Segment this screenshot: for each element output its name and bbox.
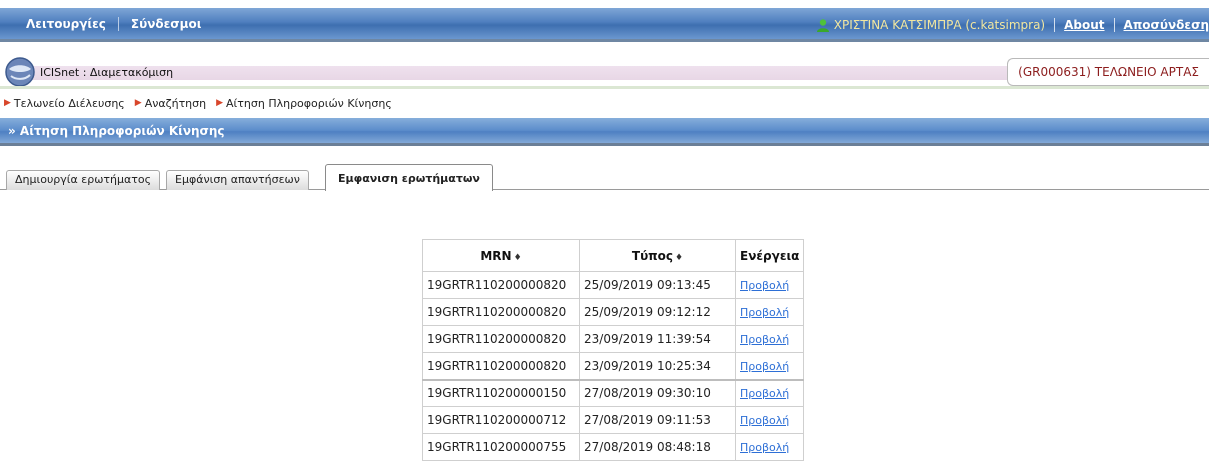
tab-create-query[interactable]: Δημιουργία ερωτήματος	[6, 170, 161, 190]
view-link[interactable]: Προβολή	[740, 414, 789, 427]
triangle-right-icon: ▶	[216, 98, 224, 108]
tab-strip: Δημιουργία ερωτήματος Εμφάνιση απαντήσεω…	[0, 164, 1209, 191]
about-separator	[1113, 18, 1115, 32]
tab-show-responses[interactable]: Εμφάνιση απαντήσεων	[166, 170, 309, 190]
breadcrumb-item-movement-info[interactable]: ▶ Αίτηση Πληροφοριών Κίνησης	[216, 97, 392, 110]
header-label: Τύπος	[631, 248, 674, 263]
date-cell: 23/09/2019 11:39:54	[579, 325, 736, 353]
mrn-cell: 19GRTR110200000755	[422, 433, 580, 461]
user-area: ΧΡΙΣΤΙΝΑ ΚΑΤΣΙΜΠΡΑ (c.katsimpra) About Α…	[816, 8, 1209, 42]
mrn-cell: 19GRTR110200000820	[422, 298, 580, 326]
view-link[interactable]: Προβολή	[740, 441, 789, 454]
breadcrumb: ▶ Τελωνείο Διέλευσης ▶ Αναζήτηση ▶ Αίτησ…	[4, 95, 402, 111]
breadcrumb-item-transit-office[interactable]: ▶ Τελωνείο Διέλευσης	[4, 97, 125, 110]
current-user: ΧΡΙΣΤΙΝΑ ΚΑΤΣΙΜΠΡΑ (c.katsimpra)	[833, 18, 1046, 32]
date-cell: 25/09/2019 09:13:45	[579, 271, 736, 299]
user-separator	[1054, 18, 1056, 32]
view-link[interactable]: Προβολή	[740, 333, 789, 346]
app-title: ICISnet : Διαμετακόμιση	[40, 66, 174, 79]
user-icon	[816, 19, 829, 32]
date-cell: 25/09/2019 09:12:12	[579, 298, 736, 326]
app-header-divider	[0, 86, 1209, 89]
header-label: MRN	[480, 248, 512, 263]
mrn-cell: 19GRTR110200000150	[422, 378, 580, 407]
action-cell: Προβολή	[734, 298, 805, 326]
section-title: » Αίτηση Πληροφοριών Κίνησης	[8, 124, 225, 138]
menu-operations[interactable]: Λειτουργίες	[14, 17, 118, 31]
view-link[interactable]: Προβολή	[740, 279, 789, 292]
view-link[interactable]: Προβολή	[740, 387, 789, 400]
menu-links[interactable]: Σύνδεσμοι	[119, 17, 214, 31]
column-header-action: Ενέργεια	[734, 239, 805, 272]
view-link[interactable]: Προβολή	[740, 360, 789, 373]
customs-office-badge: (GR000631) ΤΕΛΩΝΕΙΟ ΑΡΤΑΣ	[1007, 58, 1209, 86]
action-cell: Προβολή	[734, 406, 805, 434]
tab-show-queries[interactable]: Εμφανιση ερωτήματων	[325, 164, 493, 191]
section-header: » Αίτηση Πληροφοριών Κίνησης	[0, 118, 1209, 146]
table-row: 19GRTR110200000150 27/08/2019 09:30:10 Π…	[422, 378, 805, 407]
table-row: 19GRTR110200000712 27/08/2019 09:11:53 Π…	[422, 406, 805, 434]
action-cell: Προβολή	[734, 433, 805, 461]
mrn-cell: 19GRTR110200000820	[422, 271, 580, 299]
view-link[interactable]: Προβολή	[740, 306, 789, 319]
action-cell: Προβολή	[734, 378, 805, 407]
triangle-right-icon: ▶	[134, 98, 142, 108]
table-row: 19GRTR110200000820 25/09/2019 09:13:45 Π…	[422, 271, 805, 299]
column-header-mrn[interactable]: MRN ♦	[422, 239, 580, 272]
date-cell: 27/08/2019 08:48:18	[579, 433, 736, 461]
queries-table: MRN ♦ Τύπος ♦ Ενέργεια 19GRTR110200000820 …	[422, 239, 805, 461]
table-header-row: MRN ♦ Τύπος ♦ Ενέργεια	[422, 239, 805, 272]
date-cell: 27/08/2019 09:30:10	[579, 378, 736, 407]
breadcrumb-label: Τελωνείο Διέλευσης	[13, 96, 125, 110]
mrn-cell: 19GRTR110200000820	[422, 352, 580, 380]
mrn-cell: 19GRTR110200000820	[422, 325, 580, 353]
logout-link[interactable]: Αποσύνδεση	[1124, 18, 1209, 32]
breadcrumb-item-search[interactable]: ▶ Αναζήτηση	[135, 97, 206, 110]
mrn-cell: 19GRTR110200000712	[422, 406, 580, 434]
sort-icon: ♦	[675, 252, 684, 263]
date-cell: 27/08/2019 09:11:53	[579, 406, 736, 434]
top-menu-bar: Λειτουργίες Σύνδεσμοι ΧΡΙΣΤΙΝΑ ΚΑΤΣΙΜΠΡΑ…	[0, 8, 1209, 42]
date-cell: 23/09/2019 10:25:34	[579, 352, 736, 380]
table-row: 19GRTR110200000820 25/09/2019 09:12:12 Π…	[422, 298, 805, 326]
triangle-right-icon: ▶	[4, 98, 11, 108]
breadcrumb-label: Αίτηση Πληροφοριών Κίνησης	[226, 96, 392, 110]
action-cell: Προβολή	[734, 352, 805, 380]
table-row: 19GRTR110200000820 23/09/2019 11:39:54 Π…	[422, 325, 805, 353]
globe-logo-icon	[5, 57, 35, 87]
about-link[interactable]: About	[1064, 18, 1104, 32]
column-header-type[interactable]: Τύπος ♦	[579, 239, 736, 272]
action-cell: Προβολή	[734, 271, 805, 299]
breadcrumb-label: Αναζήτηση	[144, 96, 207, 110]
table-row: 19GRTR110200000820 23/09/2019 10:25:34 Π…	[422, 352, 805, 380]
sort-icon: ♦	[513, 252, 522, 263]
action-cell: Προβολή	[734, 325, 805, 353]
app-header: ICISnet : Διαμετακόμιση (GR000631) ΤΕΛΩΝ…	[0, 54, 1209, 92]
table-row: 19GRTR110200000755 27/08/2019 08:48:18 Π…	[422, 433, 805, 461]
